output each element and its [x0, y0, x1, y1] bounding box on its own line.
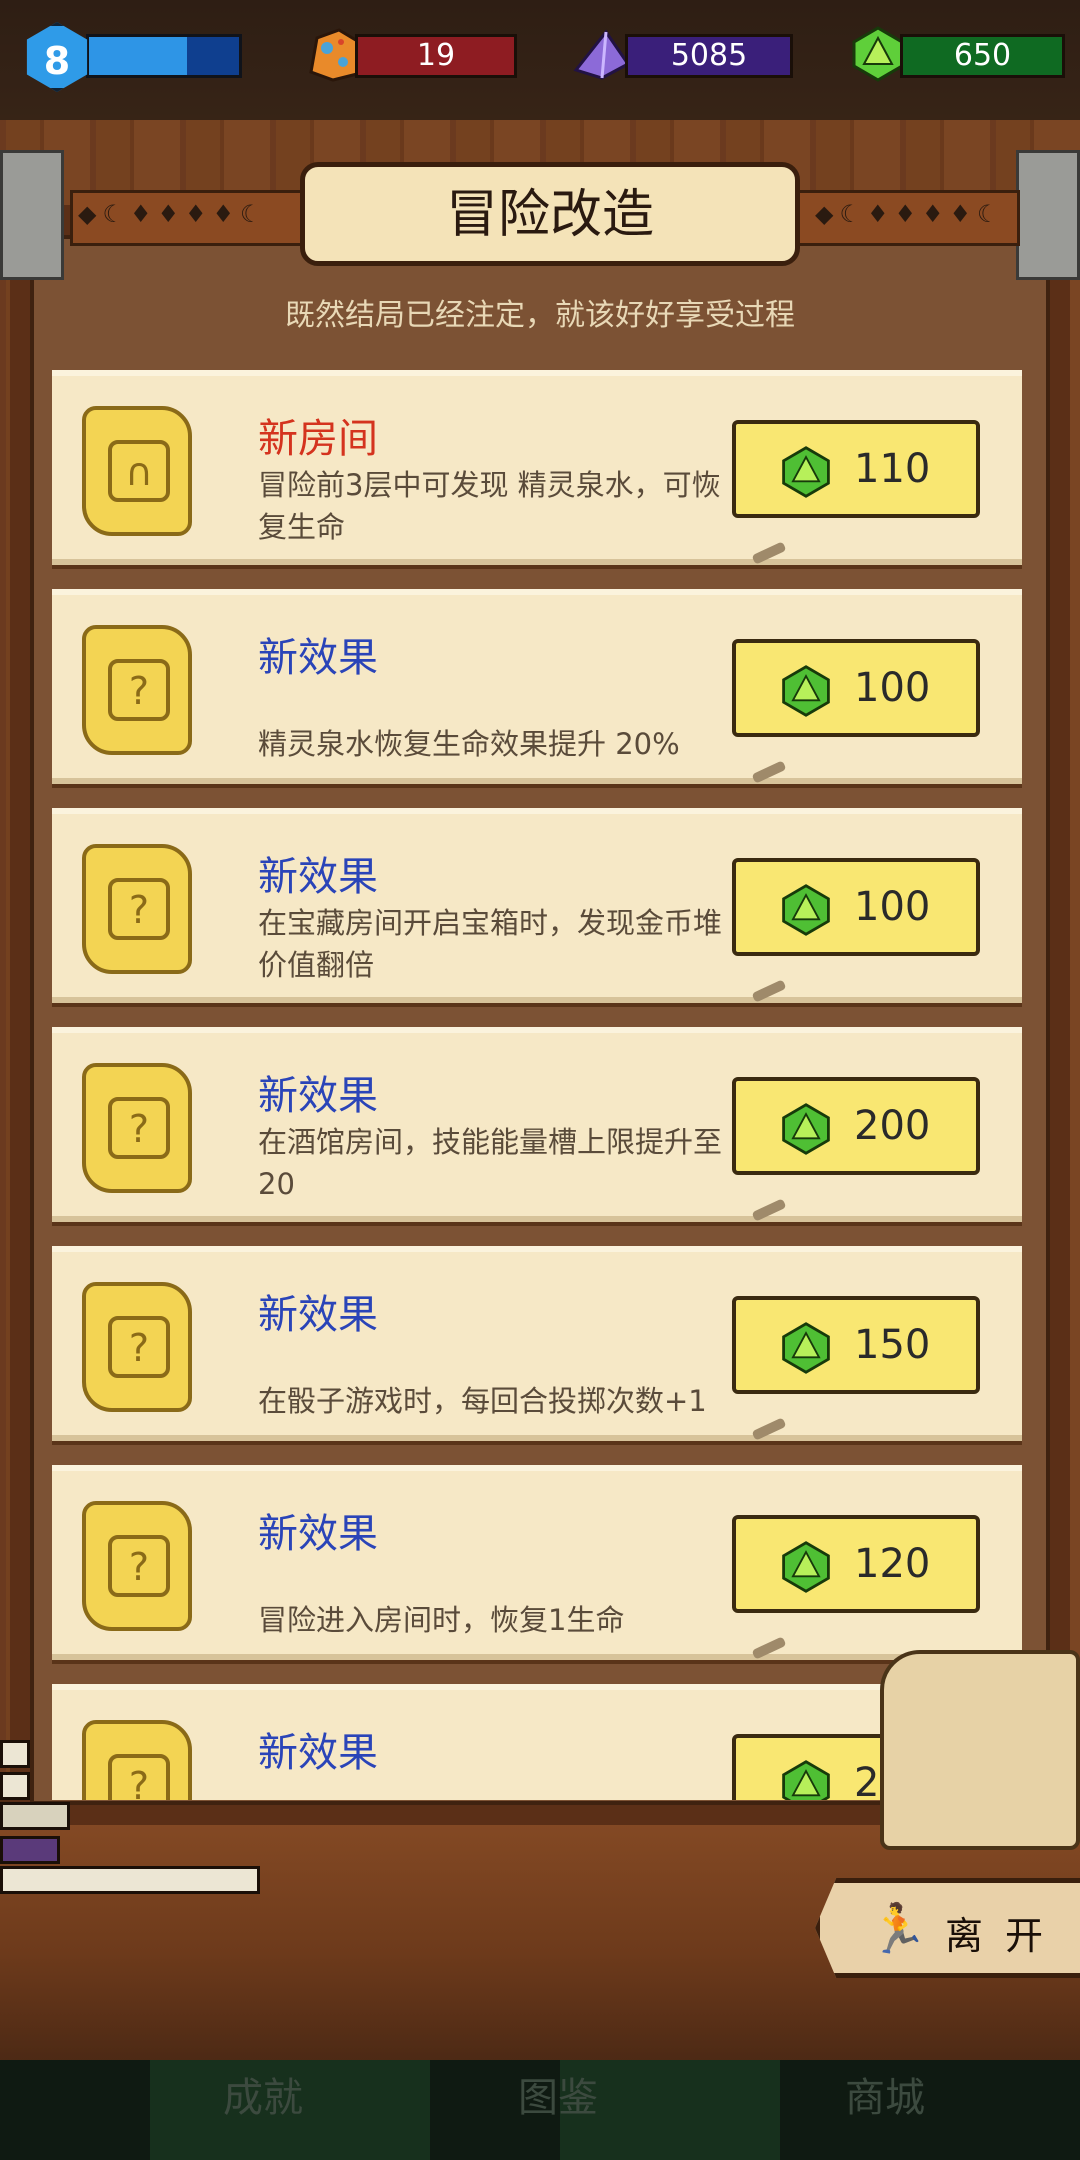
pin-decoration	[751, 1198, 787, 1222]
upgrade-description: 在宝藏房间开启宝箱时，发现金币堆价值翻倍	[258, 906, 723, 982]
upgrade-card[interactable]: ∩ 新房间冒险前3层中可发现 精灵泉水，可恢复生命 110	[52, 370, 1022, 565]
ore-value: 19	[355, 34, 517, 78]
upgrade-description: 在酒馆房间，技能能量槽上限提升至20	[258, 1125, 723, 1201]
dice-icon: ?	[108, 1535, 170, 1597]
upgrade-title: 新效果	[258, 1730, 378, 1776]
dice-icon: ?	[108, 1316, 170, 1378]
green-gem-icon	[782, 446, 830, 498]
scroll-pile-decoration	[880, 1650, 1080, 1850]
upgrade-card[interactable]: ? 新效果冒险进入房间时，恢复1生命 120	[52, 1465, 1022, 1660]
gem-counter: 650	[900, 34, 1065, 78]
crystal-counter: 5085	[625, 34, 793, 78]
dice-scroll-icon: ?	[82, 1063, 192, 1193]
price-value: 100	[854, 884, 931, 930]
upgrade-title: 新效果	[258, 1511, 378, 1557]
green-gem-icon	[782, 1103, 830, 1155]
dice-scroll-icon: ?	[82, 1720, 192, 1800]
dice-scroll-icon: ?	[82, 625, 192, 755]
gem-value: 650	[900, 34, 1065, 78]
level-progress-fill	[89, 37, 187, 75]
tab-shop[interactable]: 商城	[795, 2065, 975, 2123]
dice-icon: ?	[108, 878, 170, 940]
fountain-scroll-icon: ∩	[82, 406, 192, 536]
upgrade-description: 冒险进入房间时，恢复1生命	[258, 1603, 625, 1637]
upgrade-card[interactable]: ? 新效果精灵泉水恢复生命效果提升 20% 100	[52, 589, 1022, 784]
running-man-icon: 🏃	[868, 1901, 928, 1957]
fountain-icon: ∩	[108, 440, 170, 502]
dice-icon: ?	[108, 1754, 170, 1800]
ore-counter: 19	[355, 34, 517, 78]
rune-icons-left: ◆☾♦♦♦♦☾	[78, 200, 268, 228]
pin-decoration	[751, 1417, 787, 1441]
rune-icons-right: ◆☾♦♦♦♦☾	[815, 200, 1005, 228]
buy-button[interactable]: 100	[732, 639, 980, 737]
pin-decoration	[751, 760, 787, 784]
upgrade-description: 在骰子游戏时，每回合投掷次数+1	[258, 1384, 707, 1418]
upgrade-card[interactable]: ? 新效果在酒馆房间，技能能量槽上限提升至20 200	[52, 1027, 1022, 1222]
page-title: 冒险改造	[445, 185, 654, 245]
tab-codex[interactable]: 图鉴	[468, 2065, 648, 2123]
resource-bar: 8 19 5085 650	[0, 0, 1080, 110]
price-value: 100	[854, 665, 931, 711]
crystal-value: 5085	[625, 34, 793, 78]
price-value: 120	[854, 1541, 931, 1587]
green-gem-icon	[852, 26, 904, 82]
leave-button-label: 离开	[945, 1914, 1066, 1958]
upgrade-title: 新效果	[258, 854, 378, 900]
crystal-pyramid-icon	[573, 29, 631, 80]
green-gem-icon	[782, 665, 830, 717]
tab-achievements[interactable]: 成就	[173, 2065, 353, 2123]
upgrade-card[interactable]: ? 新效果在宝藏房间开启宝箱时，发现金币堆价值翻倍 100	[52, 808, 1022, 1003]
panel-subtitle: 既然结局已经注定，就该好好享受过程	[285, 298, 795, 333]
pin-decoration	[751, 1636, 787, 1660]
buy-button[interactable]: 200	[732, 1077, 980, 1175]
upgrade-list[interactable]: ∩ 新房间 冒险前3层中可发现 精灵泉水，可恢复生命 110? 新效果 精灵泉水恢复生命效…	[52, 370, 1022, 1800]
upgrade-title: 新效果	[258, 635, 378, 681]
buy-button[interactable]: 100	[732, 858, 980, 956]
upgrade-title: 新效果	[258, 1292, 378, 1338]
green-gem-icon	[782, 884, 830, 936]
pin-decoration	[751, 979, 787, 1003]
dice-scroll-icon: ?	[82, 1282, 192, 1412]
dice-scroll-icon: ?	[82, 844, 192, 974]
upgrade-description: 精灵泉水恢复生命效果提升 20%	[258, 727, 680, 761]
buy-button[interactable]: 150	[732, 1296, 980, 1394]
green-gem-icon	[782, 1322, 830, 1374]
upgrade-title: 新效果	[258, 1073, 378, 1119]
dice-icon: ?	[108, 1097, 170, 1159]
green-gem-icon	[782, 1541, 830, 1593]
upgrade-card[interactable]: ? 新效果在骰子游戏时，每回合投掷次数+1 150	[52, 1246, 1022, 1441]
price-value: 200	[854, 1103, 931, 1149]
buy-button[interactable]: 120	[732, 1515, 980, 1613]
upgrade-title: 新房间	[258, 416, 378, 462]
buy-button[interactable]: 110	[732, 420, 980, 518]
dice-icon: ?	[108, 659, 170, 721]
price-value: 110	[854, 446, 931, 492]
dice-scroll-icon: ?	[82, 1501, 192, 1631]
corner-stone-left	[0, 150, 64, 280]
green-gem-icon	[782, 1760, 830, 1800]
corner-stone-right	[1016, 150, 1080, 280]
level-progress-bar	[86, 34, 242, 78]
pin-decoration	[751, 541, 787, 565]
price-value: 150	[854, 1322, 931, 1368]
upgrade-description: 冒险前3层中可发现 精灵泉水，可恢复生命	[258, 468, 721, 544]
upgrade-card[interactable]: ?新效果200	[52, 1684, 1022, 1800]
level-badge: 8	[26, 22, 88, 92]
